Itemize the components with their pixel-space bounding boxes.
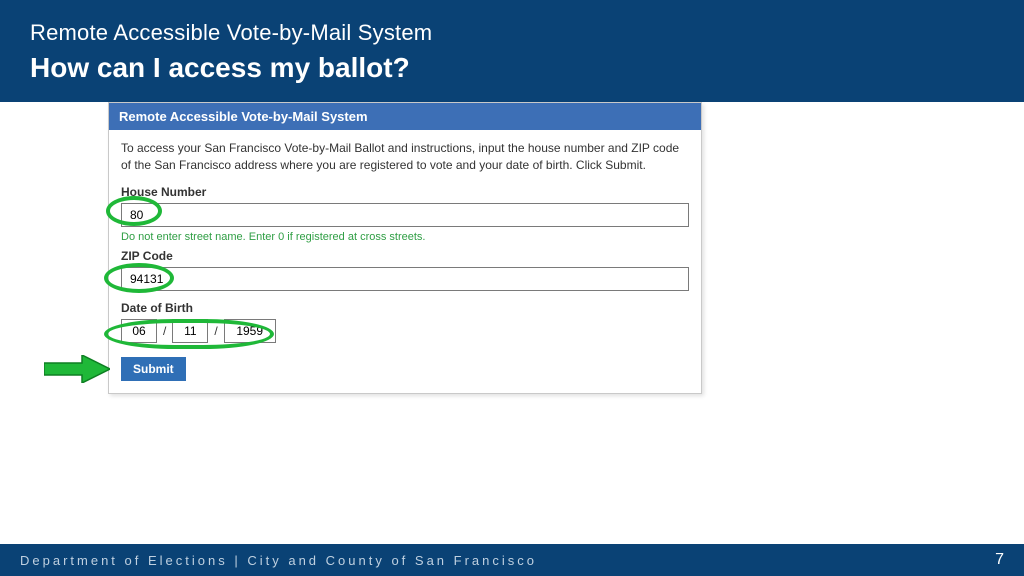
footer-org-text: Department of Elections | City and Count… bbox=[20, 553, 537, 568]
arrow-icon bbox=[44, 355, 110, 383]
page-number: 7 bbox=[995, 551, 1004, 569]
submit-button[interactable]: Submit bbox=[121, 357, 186, 381]
dob-month-input[interactable] bbox=[121, 319, 157, 343]
house-number-hint: Do not enter street name. Enter 0 if reg… bbox=[121, 231, 689, 243]
dob-day-input[interactable] bbox=[172, 319, 208, 343]
house-number-input[interactable] bbox=[121, 203, 689, 227]
slide-footer: Department of Elections | City and Count… bbox=[0, 544, 1024, 576]
zip-code-label: ZIP Code bbox=[121, 249, 689, 263]
ballot-form-card: Remote Accessible Vote-by-Mail System To… bbox=[108, 102, 702, 394]
form-card-body: To access your San Francisco Vote-by-Mai… bbox=[109, 130, 701, 393]
form-intro-text: To access your San Francisco Vote-by-Mai… bbox=[121, 140, 689, 175]
slide-header: Remote Accessible Vote-by-Mail System Ho… bbox=[0, 0, 1024, 102]
dob-field-group: / / bbox=[121, 319, 689, 343]
dob-separator-2: / bbox=[214, 324, 217, 338]
header-eyebrow: Remote Accessible Vote-by-Mail System bbox=[30, 20, 994, 46]
form-card-title: Remote Accessible Vote-by-Mail System bbox=[109, 103, 701, 130]
slide-body: Remote Accessible Vote-by-Mail System To… bbox=[0, 102, 1024, 526]
dob-year-input[interactable] bbox=[224, 319, 276, 343]
dob-label: Date of Birth bbox=[121, 301, 689, 315]
dob-separator-1: / bbox=[163, 324, 166, 338]
header-title: How can I access my ballot? bbox=[30, 52, 994, 84]
house-number-label: House Number bbox=[121, 185, 689, 199]
zip-code-input[interactable] bbox=[121, 267, 689, 291]
